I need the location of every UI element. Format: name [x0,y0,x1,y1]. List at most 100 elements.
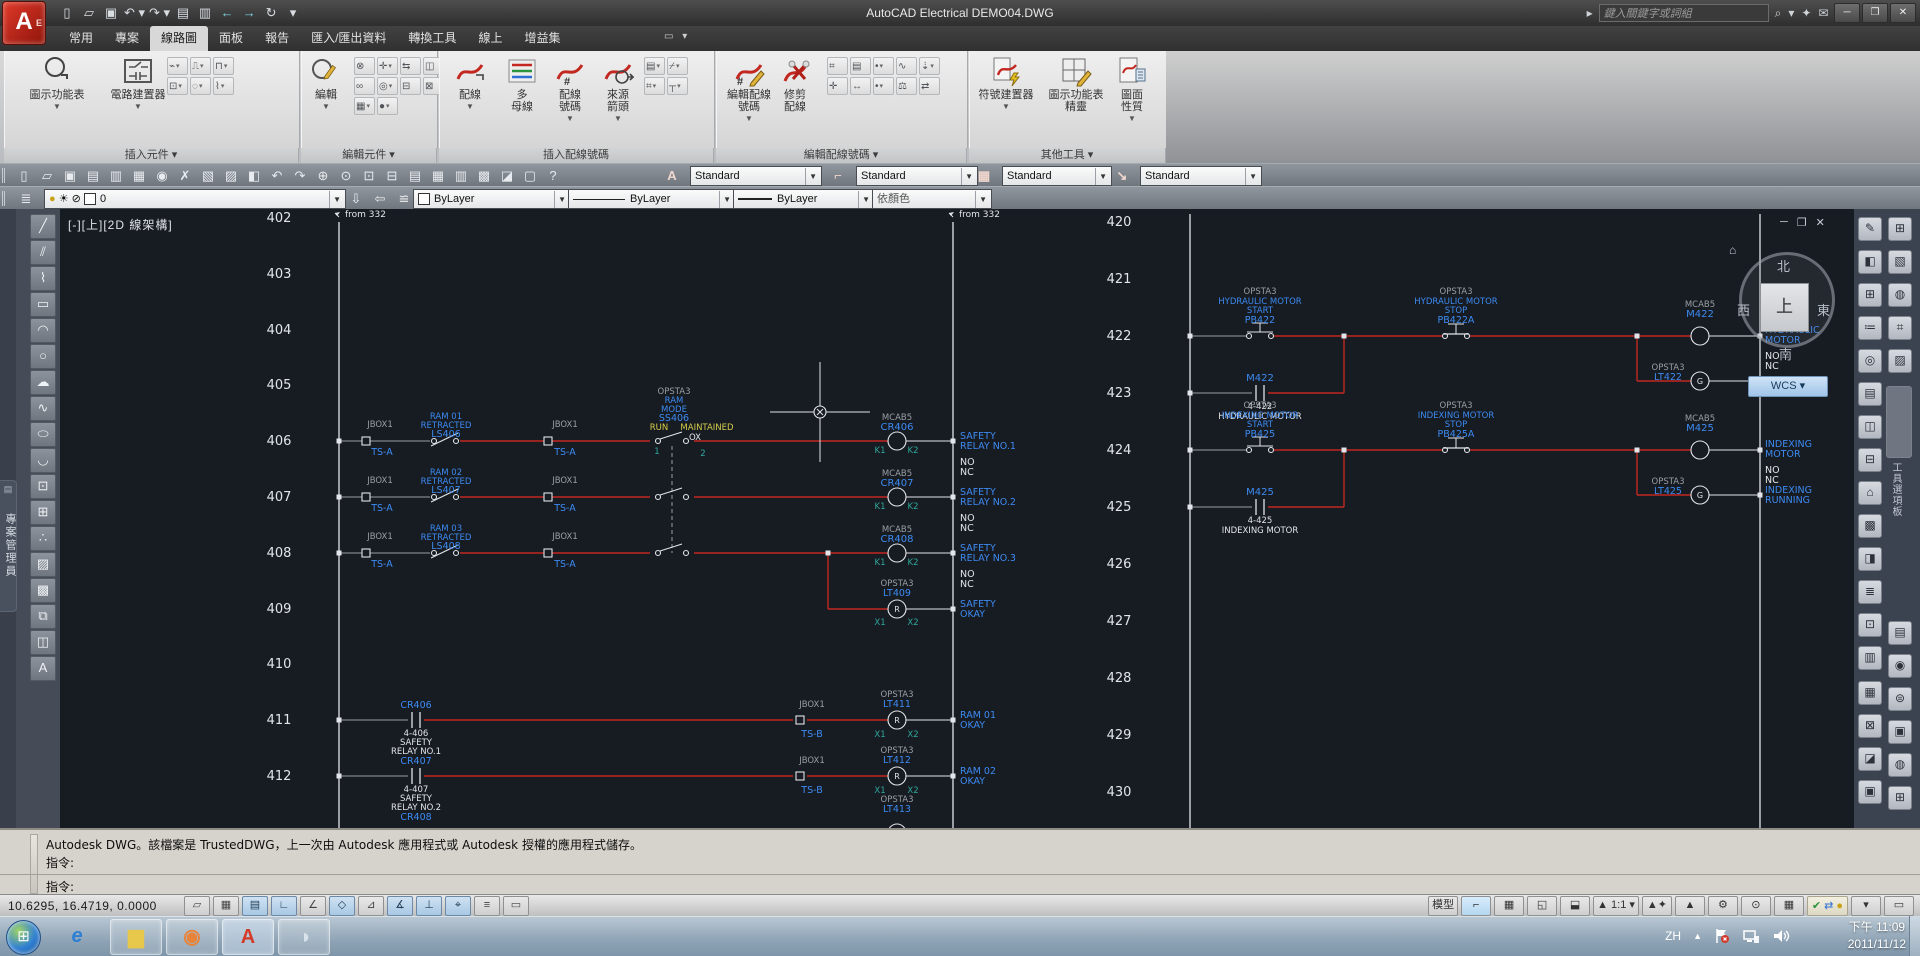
draw-tool-12[interactable]: ∴ [30,526,56,551]
palette-tool-b-0[interactable]: ▤ [1888,621,1912,645]
draw-tool-11[interactable]: ⊞ [30,500,56,525]
std-toolbar-icon-15[interactable]: ⊡ [359,166,379,185]
right-tool-8[interactable]: ⌂ [1858,481,1882,505]
draw-tool-7[interactable]: ∿ [30,396,56,421]
language-indicator[interactable]: ZH [1665,929,1681,943]
draw-tool-14[interactable]: ▩ [30,578,56,603]
right-tool-b-1[interactable]: ⊠ [1858,714,1882,738]
ribbon-small-button[interactable]: ⌿▾ [667,57,688,75]
ribbon-small-button[interactable]: ▤▾ [644,57,665,75]
status-toggle-2[interactable]: ▤ [242,896,268,916]
color-dropdown[interactable]: ByLayer▼ [413,189,571,209]
right-tool-3[interactable]: ≔ [1858,316,1882,340]
layer-dropdown[interactable]: ● ☀ ⊘ 0▼ [44,189,346,209]
std-toolbar-icon-1[interactable]: ▱ [37,166,57,185]
trusted-dwg-icon[interactable]: ✔ [1812,899,1821,912]
communication-center-icon[interactable]: ✉ [1818,6,1828,21]
right-tool-11[interactable]: ≣ [1858,580,1882,604]
ribbon-button-圖面性質[interactable]: 圖面 性質▼ [1098,55,1166,125]
model-space-button[interactable]: 模型 [1428,896,1458,916]
speaker-icon[interactable] [1772,928,1790,944]
ribbon-small-button[interactable]: ✛▾ [377,57,398,75]
ribbon-small-button[interactable]: ▤ [850,57,871,75]
mleader-style-icon[interactable]: ↘ [1112,166,1132,185]
ribbon-small-button[interactable]: ⌁▾ [167,57,188,75]
std-toolbar-icon-23[interactable]: ? [543,166,563,185]
palette-tool-3[interactable]: ⌗ [1888,316,1912,340]
ribbon-panel-title-編輯元件[interactable]: 編輯元件 ▾ [301,148,437,163]
layer-properties-icon[interactable]: ≣ [16,189,36,208]
std-toolbar-icon-11[interactable]: ↶ [267,166,287,185]
std-toolbar-icon-3[interactable]: ▤ [83,166,103,185]
right-tool-b-0[interactable]: ▦ [1858,681,1882,705]
palette-tool-b-4[interactable]: ◍ [1888,753,1912,777]
right-tool-b-3[interactable]: ▣ [1858,780,1882,804]
viewcube-north-label[interactable]: 北 [1777,256,1790,275]
ribbon-small-button[interactable]: ↔ [850,77,871,95]
palette-tool-b-2[interactable]: ⊜ [1888,687,1912,711]
right-tool-13[interactable]: ▥ [1858,646,1882,670]
plotstyle-dropdown[interactable]: 依顏色▼ [872,189,992,209]
infocenter-expand-icon[interactable]: ▸ [1587,6,1593,20]
style-dropdown-3[interactable]: Standard▼ [1140,166,1262,186]
status-toggle-10[interactable]: ≡ [474,896,500,916]
status-toggle-7[interactable]: ∡ [387,896,413,916]
layer-previous-icon[interactable]: ⇦ [370,189,390,208]
ribbon-small-button[interactable]: ⎍▾ [190,57,211,75]
right-tool-10[interactable]: ◨ [1858,547,1882,571]
viewcube-east-label[interactable]: 東 [1817,300,1830,319]
status-toggle-3[interactable]: ∟ [271,896,297,916]
ribbon-small-button[interactable]: ⇄ [919,77,940,95]
status-toggle-8[interactable]: ⊥ [416,896,442,916]
right-tool-4[interactable]: ◎ [1858,349,1882,373]
std-toolbar-icon-9[interactable]: ▨ [221,166,241,185]
minimize-button[interactable]: ─ [1834,3,1860,23]
ribbon-button-電路建置器[interactable]: 電路建置器▼ [104,55,172,113]
status-toggle-1[interactable]: ▦ [213,896,239,916]
std-toolbar-icon-6[interactable]: ◉ [152,166,172,185]
ribbon-small-button[interactable]: ◌▾ [190,77,211,95]
ribbon-small-button[interactable]: •▾ [873,57,894,75]
taskbar-ie-icon[interactable]: e [52,919,102,953]
ribbon-small-button[interactable]: ⌗ [827,57,848,75]
tray-menu-arrow[interactable]: ▾ [1851,896,1881,916]
taskbar-paint-icon[interactable]: ◑ [278,919,330,955]
wcs-dropdown[interactable]: WCS ▾ [1748,376,1828,397]
tab-線上[interactable]: 線上 [467,26,513,51]
linetype-dropdown[interactable]: ByLayer▼ [568,189,736,209]
make-layer-current-icon[interactable]: ⇩ [346,189,366,208]
tab-匯入/匯出資料[interactable]: 匯入/匯出資料 [300,26,397,51]
dwg-restore-icon[interactable]: ❐ [1797,216,1807,229]
std-toolbar-icon-14[interactable]: ⊙ [336,166,356,185]
annotation-icon-0[interactable]: ▲✦ [1642,896,1672,916]
ribbon-small-button[interactable]: ▦▾ [354,97,375,115]
std-toolbar-icon-22[interactable]: ▢ [520,166,540,185]
dim-style-icon[interactable]: ⌐ [828,166,848,185]
std-toolbar-icon-7[interactable]: ✗ [175,166,195,185]
ribbon-button-圖示功能表[interactable]: 圖示功能表▼ [23,55,91,113]
command-prompt[interactable]: 指令: [46,878,74,895]
tool-palettes-tab[interactable]: 工具選項板 [1888,462,1910,612]
navigation-bar[interactable] [1886,386,1912,458]
ribbon-small-button[interactable]: ⊗ [354,57,375,75]
std-toolbar-icon-16[interactable]: ⊟ [382,166,402,185]
ribbon-small-button[interactable]: •▾ [873,77,894,95]
search-menu-icon[interactable]: ▾ [1788,6,1794,21]
ribbon-button-符號建置器[interactable]: 符號建置器▼ [972,55,1040,113]
std-toolbar-icon-17[interactable]: ▤ [405,166,425,185]
show-desktop-button[interactable] [1909,916,1920,956]
right-tool-5[interactable]: ▤ [1858,382,1882,406]
std-toolbar-icon-10[interactable]: ◧ [244,166,264,185]
search-input[interactable]: 鍵入關鍵字或詞組 [1599,4,1769,22]
ribbon-small-button[interactable]: ✛ [827,77,848,95]
status-toggle-6[interactable]: ⊿ [358,896,384,916]
right-tool-1[interactable]: ◧ [1858,250,1882,274]
ribbon-small-button[interactable]: ⌇▾ [213,77,234,95]
draw-tool-17[interactable]: A [30,656,56,681]
lineweight-dropdown[interactable]: ByLayer▼ [733,189,875,209]
application-menu-button[interactable]: AE [2,1,46,45]
tab-面板[interactable]: 面板 [208,26,254,51]
command-grip[interactable] [30,834,38,894]
draw-tool-2[interactable]: ⌇ [30,266,56,291]
draw-tool-6[interactable]: ☁ [30,370,56,395]
